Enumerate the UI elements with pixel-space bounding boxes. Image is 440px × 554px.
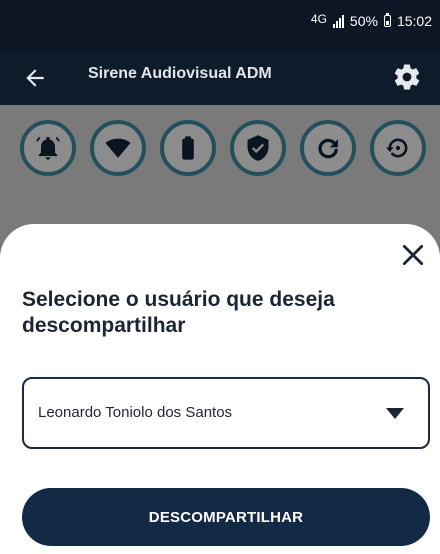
battery-button[interactable]	[160, 120, 216, 176]
wifi-icon	[105, 138, 131, 158]
settings-button[interactable]	[392, 62, 422, 92]
battery-icon	[182, 136, 194, 160]
back-button[interactable]	[22, 65, 48, 91]
wifi-button[interactable]	[90, 120, 146, 176]
close-icon	[402, 244, 424, 266]
shield-check-icon	[247, 135, 269, 161]
network-type: 4G	[310, 12, 327, 26]
status-bar: 4G 50% 15:02	[0, 0, 440, 50]
close-button[interactable]	[400, 242, 426, 268]
battery-percent: 50%	[349, 13, 378, 29]
clock: 15:02	[396, 13, 432, 29]
unshare-bottom-sheet: Selecione o usuário que deseja descompar…	[0, 224, 440, 554]
unshare-button[interactable]: DESCOMPARTILHAR	[22, 488, 430, 546]
restore-button[interactable]	[370, 120, 426, 176]
dropdown-arrow-icon	[386, 408, 404, 419]
signal-icon	[332, 14, 344, 28]
status-indicators: 4G 50% 15:02	[311, 11, 432, 31]
app-bar: Sirene Audiovisual ADM	[0, 50, 440, 105]
security-button[interactable]	[230, 120, 286, 176]
refresh-icon	[318, 138, 338, 159]
arrow-left-icon	[26, 69, 44, 87]
gear-icon	[394, 64, 420, 90]
restore-icon	[386, 138, 408, 158]
alarm-button[interactable]	[20, 120, 76, 176]
app-title: Sirene Audiovisual ADM	[88, 65, 272, 82]
refresh-button[interactable]	[300, 120, 356, 176]
user-select[interactable]: Leonardo Toniolo dos Santos	[22, 377, 430, 449]
control-icon-row	[20, 120, 440, 180]
bell-icon	[36, 136, 60, 160]
battery-status-icon	[383, 13, 391, 27]
sheet-title: Selecione o usuário que deseja descompar…	[22, 288, 335, 337]
selected-user-value: Leonardo Toniolo dos Santos	[38, 404, 233, 421]
